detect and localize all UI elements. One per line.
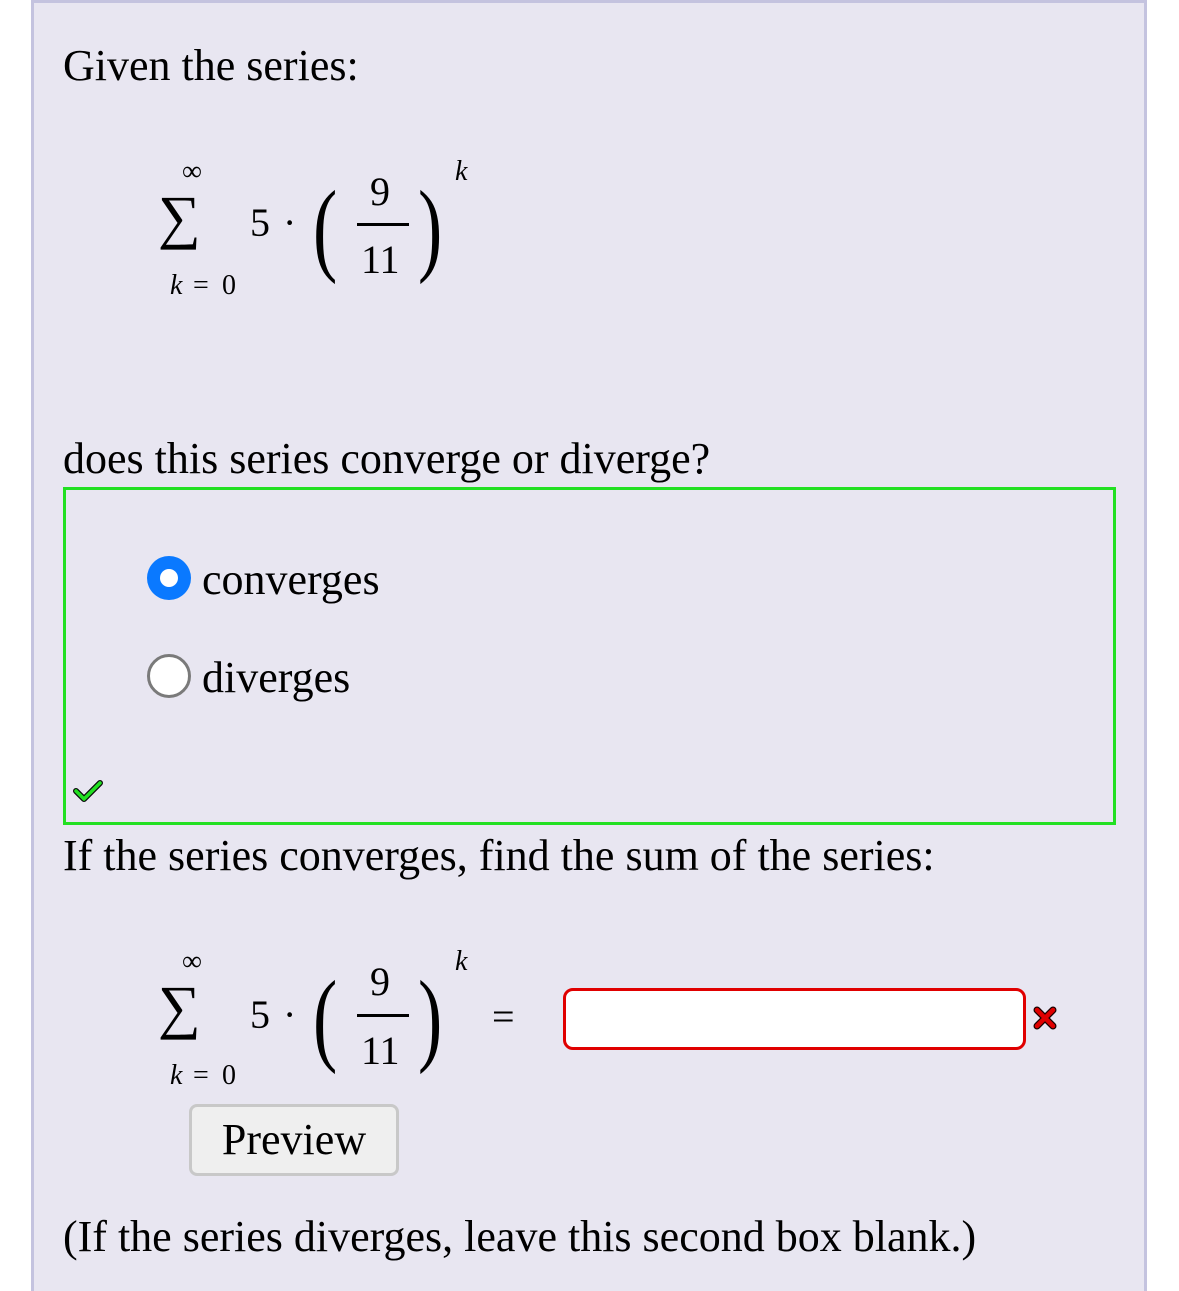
radio-converges[interactable] <box>147 556 191 600</box>
upper-limit: ∞ <box>182 156 202 187</box>
choice-label-converges[interactable]: converges <box>202 558 380 602</box>
exponent: k <box>455 946 468 977</box>
lower-limit-val: 0 <box>222 270 236 301</box>
sum-input[interactable] <box>563 988 1026 1050</box>
numerator: 9 <box>370 959 390 1004</box>
lower-limit-eq: = <box>193 270 209 301</box>
multiply-dot: · <box>283 992 297 1037</box>
lower-limit-var: k <box>170 270 183 301</box>
fraction-bar <box>357 223 409 226</box>
sigma-symbol: ∑ <box>158 184 201 250</box>
choice-label-diverges[interactable]: diverges <box>202 656 350 700</box>
upper-limit: ∞ <box>182 946 202 977</box>
x-icon <box>1033 1006 1057 1030</box>
footnote-text: (If the series diverges, leave this seco… <box>63 1212 977 1261</box>
exponent: k <box>455 156 468 187</box>
preview-button[interactable]: Preview <box>189 1104 399 1176</box>
right-paren: ) <box>418 170 443 285</box>
coefficient: 5 <box>250 992 270 1037</box>
lower-limit-var: k <box>170 1060 183 1091</box>
lower-limit-val: 0 <box>222 1060 236 1091</box>
intro-text: Given the series: <box>63 41 359 90</box>
left-paren: ( <box>313 170 338 285</box>
sigma-symbol: ∑ <box>158 974 201 1040</box>
numerator: 9 <box>370 169 390 214</box>
converge-prompt: does this series converge or diverge? <box>63 434 711 483</box>
equals-sign: = <box>492 994 515 1039</box>
coefficient: 5 <box>250 200 270 245</box>
multiply-dot: · <box>283 200 297 245</box>
denominator: 11 <box>361 237 400 282</box>
lower-limit-eq: = <box>193 1060 209 1091</box>
radio-diverges[interactable] <box>147 654 191 698</box>
left-paren: ( <box>313 960 338 1075</box>
right-paren: ) <box>418 960 443 1075</box>
denominator: 11 <box>361 1028 400 1073</box>
fraction-bar <box>357 1014 409 1017</box>
sum-prompt: If the series converges, find the sum of… <box>63 831 935 880</box>
check-icon <box>73 780 103 802</box>
